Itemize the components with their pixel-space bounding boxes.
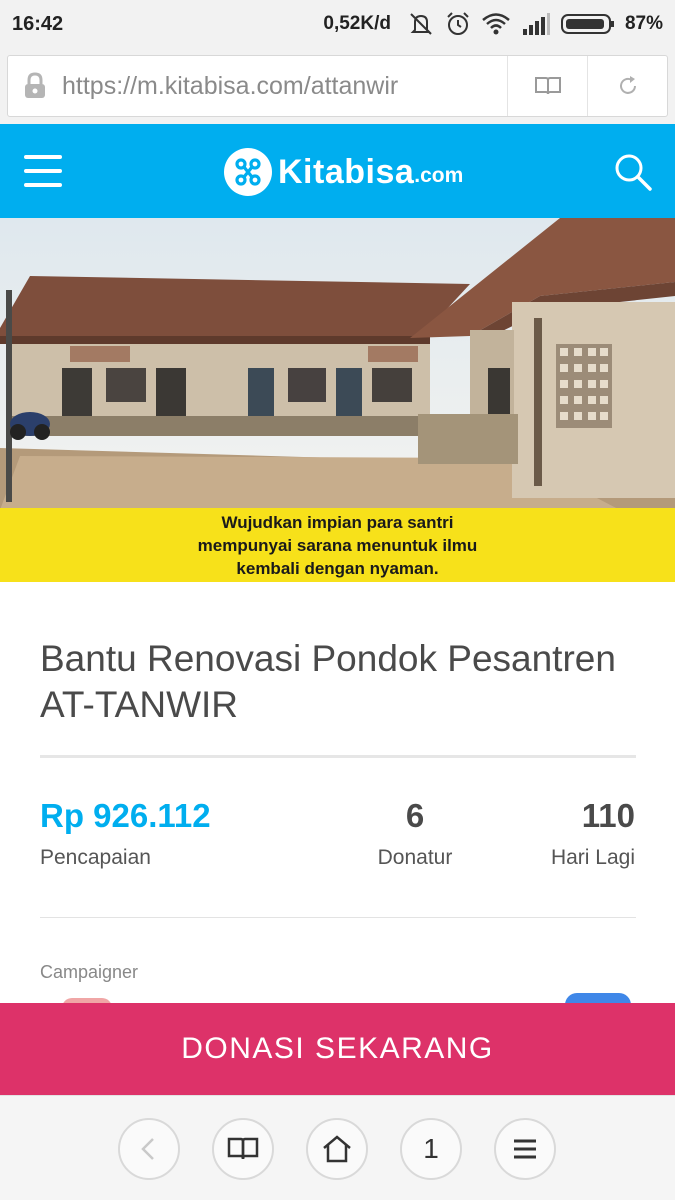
hero-caption-line: kembali dengan nyaman. (236, 558, 439, 578)
network-speed: 0,52K/d (323, 13, 391, 34)
browser-bottom-nav: 1 (0, 1095, 675, 1200)
hero-caption-line: Wujudkan impian para santri (221, 512, 454, 532)
divider (40, 755, 636, 758)
hero-caption-banner: Wujudkan impian para santri mempunyai sa… (0, 508, 675, 582)
divider (40, 917, 636, 918)
lock-icon (8, 72, 62, 100)
home-icon[interactable] (306, 1118, 368, 1180)
campaigner-label: Campaigner (40, 962, 139, 982)
tabs-count: 1 (423, 1133, 439, 1164)
menu-icon[interactable] (24, 155, 62, 187)
wifi-icon (481, 12, 511, 36)
donors-value: 6 (405, 797, 425, 834)
amount-value: Rp 926.112 (40, 797, 211, 834)
battery-percent: 87% (624, 13, 663, 34)
donors-label: Donatur (377, 846, 453, 869)
campaign-image[interactable]: Wujudkan impian para santri mempunyai sa… (0, 218, 675, 582)
back-icon[interactable] (118, 1118, 180, 1180)
browser-toolbar: https://m.kitabisa.com/attanwir (0, 48, 675, 124)
url-text[interactable]: https://m.kitabisa.com/attanwir (62, 72, 507, 101)
stat-days-left: 110 Hari Lagi (551, 796, 635, 870)
status-indicators: 0,52K/d 87% (323, 11, 663, 37)
donate-button[interactable]: DONASI SEKARANG (0, 1003, 675, 1095)
days-label: Hari Lagi (550, 846, 635, 869)
brand-name: Kitabisa (278, 152, 415, 191)
kitabisa-logo-icon (224, 148, 272, 196)
app-header: Kitabisa .com (0, 124, 675, 218)
hero-caption-line: mempunyai sarana menuntuk ilmu (197, 535, 478, 555)
address-bar[interactable]: https://m.kitabisa.com/attanwir (7, 55, 668, 117)
tabs-icon[interactable]: 1 (400, 1118, 462, 1180)
battery-icon (560, 12, 615, 36)
status-time: 16:42 (12, 12, 64, 35)
signal-icon (521, 12, 551, 36)
reload-icon[interactable] (587, 56, 667, 116)
stat-donors[interactable]: 6 Donatur (371, 796, 459, 870)
stat-amount: Rp 926.112 Pencapaian (40, 796, 211, 870)
browser-menu-icon[interactable] (494, 1118, 556, 1180)
mute-icon (407, 11, 435, 37)
days-value: 110 (581, 797, 635, 834)
bookmarks-icon[interactable] (212, 1118, 274, 1180)
amount-label: Pencapaian (40, 846, 151, 869)
alarm-icon (445, 11, 471, 37)
school-building-photo (0, 218, 675, 510)
campaign-title: Bantu Renovasi Pondok Pesantren AT-TANWI… (40, 638, 616, 725)
status-bar: 16:42 0,52K/d 87% (0, 0, 675, 48)
reader-mode-icon[interactable] (507, 56, 587, 116)
search-icon[interactable] (613, 152, 653, 192)
brand-tld: .com (414, 164, 464, 187)
brand-logo[interactable]: Kitabisa .com (224, 148, 463, 196)
